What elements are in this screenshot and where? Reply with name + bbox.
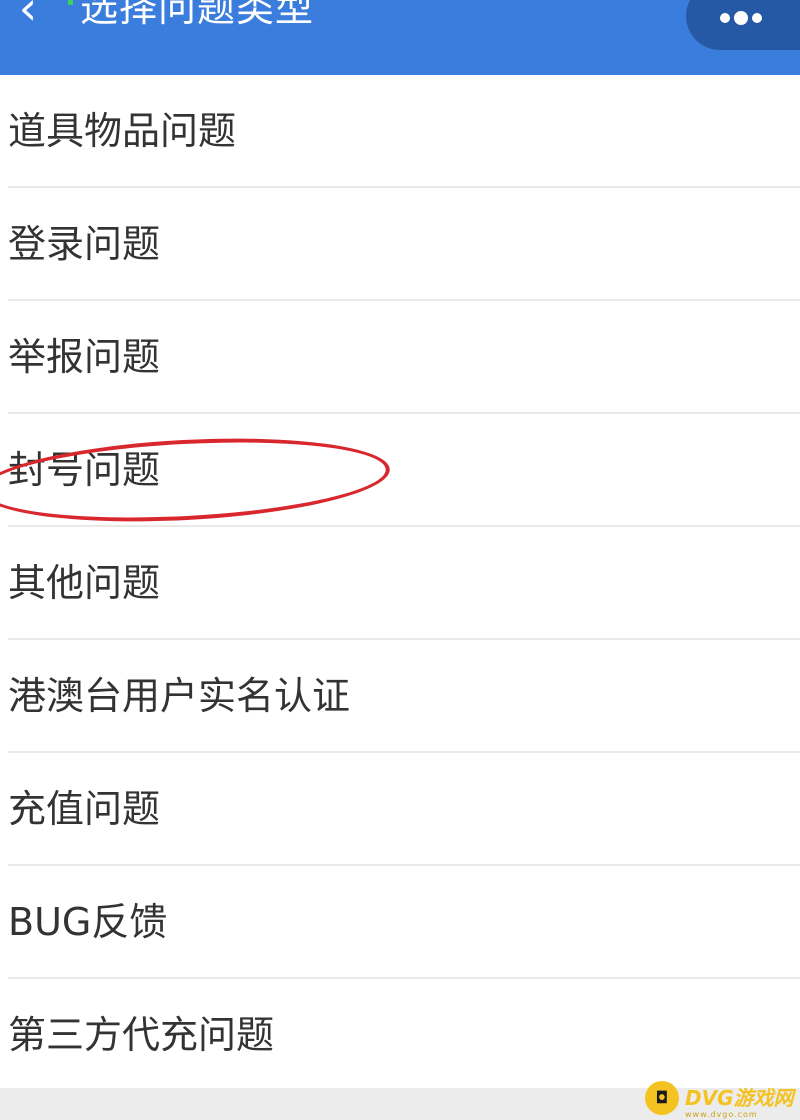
- title-bar: ‹ 选择问题类型: [0, 0, 800, 75]
- more-dots-icon: [720, 7, 766, 25]
- list-item[interactable]: 举报问题: [8, 301, 800, 414]
- list-item[interactable]: 道具物品问题: [8, 75, 800, 188]
- list-item-label: BUG反馈: [8, 900, 168, 944]
- list-item[interactable]: BUG反馈: [8, 866, 800, 979]
- page-title: 选择问题类型: [80, 0, 315, 30]
- list-item[interactable]: 充值问题: [8, 753, 800, 866]
- more-menu-button[interactable]: [686, 0, 800, 50]
- list-item-label: 道具物品问题: [8, 109, 237, 153]
- list-item-label: 充值问题: [8, 787, 161, 831]
- chevron-left-icon: ‹: [18, 0, 38, 35]
- problem-type-list: 道具物品问题 登录问题 举报问题 封号问题 其他问题 港澳台用户实名认证 充值问…: [0, 75, 800, 1092]
- list-item[interactable]: 登录问题: [8, 188, 800, 301]
- gamepad-icon: ◘: [645, 1081, 679, 1115]
- list-item-label: 登录问题: [8, 222, 161, 266]
- list-item-label: 举报问题: [8, 335, 161, 379]
- list-item[interactable]: 其他问题: [8, 527, 800, 640]
- list-item-label: 港澳台用户实名认证: [8, 674, 351, 718]
- status-indicator-dot: [68, 0, 73, 5]
- back-button[interactable]: ‹: [6, 0, 50, 31]
- watermark-subtext: www.dvgo.com: [685, 1110, 758, 1119]
- list-item-label: 其他问题: [8, 561, 161, 605]
- list-item-label: 第三方代充问题: [8, 1013, 275, 1057]
- watermark: ◘ DVG游戏网 www.dvgo.com: [645, 1076, 794, 1120]
- watermark-text: DVG游戏网: [685, 1086, 794, 1110]
- list-item[interactable]: 港澳台用户实名认证: [8, 640, 800, 753]
